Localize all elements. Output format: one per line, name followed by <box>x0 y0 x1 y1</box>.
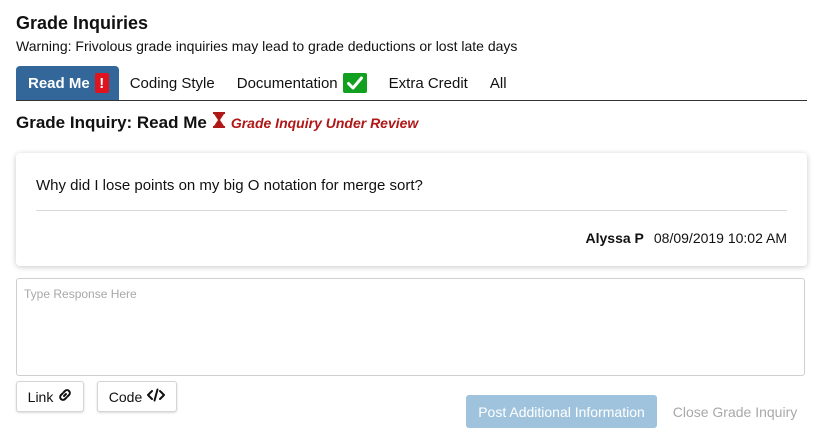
post-timestamp: 08/09/2019 10:02 AM <box>653 230 787 246</box>
checkmark-icon <box>342 73 367 93</box>
tab-label: Coding Style <box>129 74 215 92</box>
post-additional-information-button[interactable]: Post Additional Information <box>466 395 657 428</box>
warning-text: Warning: Frivolous grade inquiries may l… <box>16 38 518 54</box>
code-button-label: Code <box>108 388 143 405</box>
grade-inquiries-panel: Grade Inquiries Warning: Frivolous grade… <box>0 0 827 442</box>
tab-coding-style[interactable]: Coding Style <box>119 66 226 100</box>
link-button-label: Link <box>27 388 54 405</box>
tab-all[interactable]: All <box>479 66 518 100</box>
tab-extra-credit[interactable]: Extra Credit <box>378 66 479 100</box>
divider <box>36 210 787 211</box>
tab-documentation[interactable]: Documentation <box>226 66 378 100</box>
inquiry-status: Grade Inquiry Under Review <box>230 114 419 131</box>
exclamation-icon: ! <box>94 73 109 93</box>
inquiry-post-card: Why did I lose points on my big O notati… <box>16 153 807 266</box>
post-message: Why did I lose points on my big O notati… <box>36 177 423 194</box>
tab-label: Read Me <box>28 74 90 92</box>
code-icon <box>147 388 166 405</box>
response-textarea[interactable] <box>16 278 805 376</box>
page-title: Grade Inquiries <box>16 13 149 33</box>
inquiry-header: Grade Inquiry: Read Me Grade Inquiry Und… <box>16 112 418 133</box>
inquiry-heading: Grade Inquiry: Read Me <box>16 112 207 132</box>
post-author: Alyssa P <box>585 230 644 246</box>
tab-bar: Read Me ! Coding Style Documentation Ext… <box>16 66 807 101</box>
close-grade-inquiry-button[interactable]: Close Grade Inquiry <box>665 395 805 428</box>
tab-label: Documentation <box>236 74 338 92</box>
link-button[interactable]: Link <box>16 381 84 412</box>
link-icon <box>58 388 72 405</box>
hourglass-icon <box>212 112 225 133</box>
code-button[interactable]: Code <box>97 381 177 412</box>
tab-label: Extra Credit <box>388 74 468 92</box>
post-meta: Alyssa P 08/09/2019 10:02 AM <box>586 230 787 246</box>
tab-read-me[interactable]: Read Me ! <box>16 66 119 100</box>
tab-label: All <box>489 74 507 92</box>
